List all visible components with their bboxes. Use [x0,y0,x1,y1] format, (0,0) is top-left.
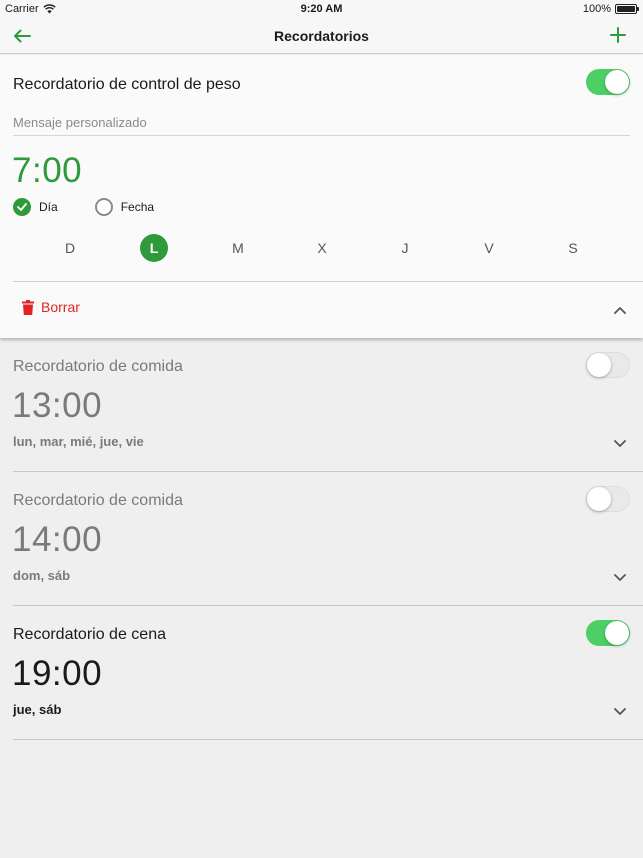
weekday-thursday[interactable]: J [391,234,419,262]
chevron-down-icon [614,574,626,581]
add-reminder-button[interactable] [605,22,631,48]
reminder-card[interactable]: Recordatorio de comida 14:00 dom, sáb [0,472,643,606]
chevron-down-icon [614,440,626,447]
status-time: 9:20 AM [300,3,343,15]
divider [13,281,643,282]
reminder-card-expanded: Recordatorio de control de peso Mensaje … [0,55,643,338]
battery-group: 100% [582,3,639,15]
reminder-time[interactable]: 7:00 [12,151,82,191]
reminder-title: Recordatorio de cena [13,626,166,643]
delete-label: Borrar [41,299,80,315]
chevron-up-icon [614,307,626,314]
expand-button[interactable] [613,705,627,719]
message-field[interactable]: Mensaje personalizado [13,115,147,130]
checkmark-icon [17,203,27,211]
reminder-toggle[interactable] [586,69,630,95]
date-option-label: Fecha [120,200,155,214]
weekday-friday[interactable]: V [475,234,503,262]
battery-icon [615,4,639,14]
expand-button[interactable] [613,571,627,585]
weekday-wednesday[interactable]: X [308,234,336,262]
trash-icon [22,299,34,315]
divider [13,739,643,740]
reminder-toggle[interactable] [586,620,630,646]
battery-percent: 100% [582,3,611,15]
day-option-label: Día [39,200,58,214]
schedule-type-options: Día Fecha [13,198,154,216]
chevron-down-icon [614,708,626,715]
reminder-time: 19:00 [12,654,103,693]
reminder-toggle[interactable] [586,352,630,378]
reminder-days: dom, sáb [13,568,71,583]
delete-button[interactable]: Borrar [22,299,80,315]
message-underline [13,135,630,136]
reminder-time: 14:00 [12,520,103,559]
plus-icon [610,27,626,43]
weekday-monday[interactable]: L [140,234,168,262]
date-radio[interactable] [94,198,113,216]
reminder-title: Recordatorio de control de peso [13,76,241,93]
day-radio[interactable] [13,198,31,216]
reminder-time: 13:00 [12,386,103,425]
weekday-sunday[interactable]: D [56,234,84,262]
reminder-card[interactable]: Recordatorio de cena 19:00 jue, sáb [0,606,643,740]
nav-bar: Recordatorios [0,18,643,54]
reminder-days: jue, sáb [13,702,62,717]
expand-button[interactable] [613,437,627,451]
weekday-tuesday[interactable]: M [224,234,252,262]
reminder-toggle[interactable] [586,486,630,512]
page-title: Recordatorios [274,28,369,44]
reminder-title: Recordatorio de comida [13,492,183,509]
reminder-days: lun, mar, mié, jue, vie [13,434,144,449]
reminder-card[interactable]: Recordatorio de comida 13:00 lun, mar, m… [0,338,643,472]
collapse-button[interactable] [613,303,627,317]
status-bar: Carrier 9:20 AM 100% [0,0,643,18]
reminder-title: Recordatorio de comida [13,358,183,375]
weekday-saturday[interactable]: S [559,234,587,262]
